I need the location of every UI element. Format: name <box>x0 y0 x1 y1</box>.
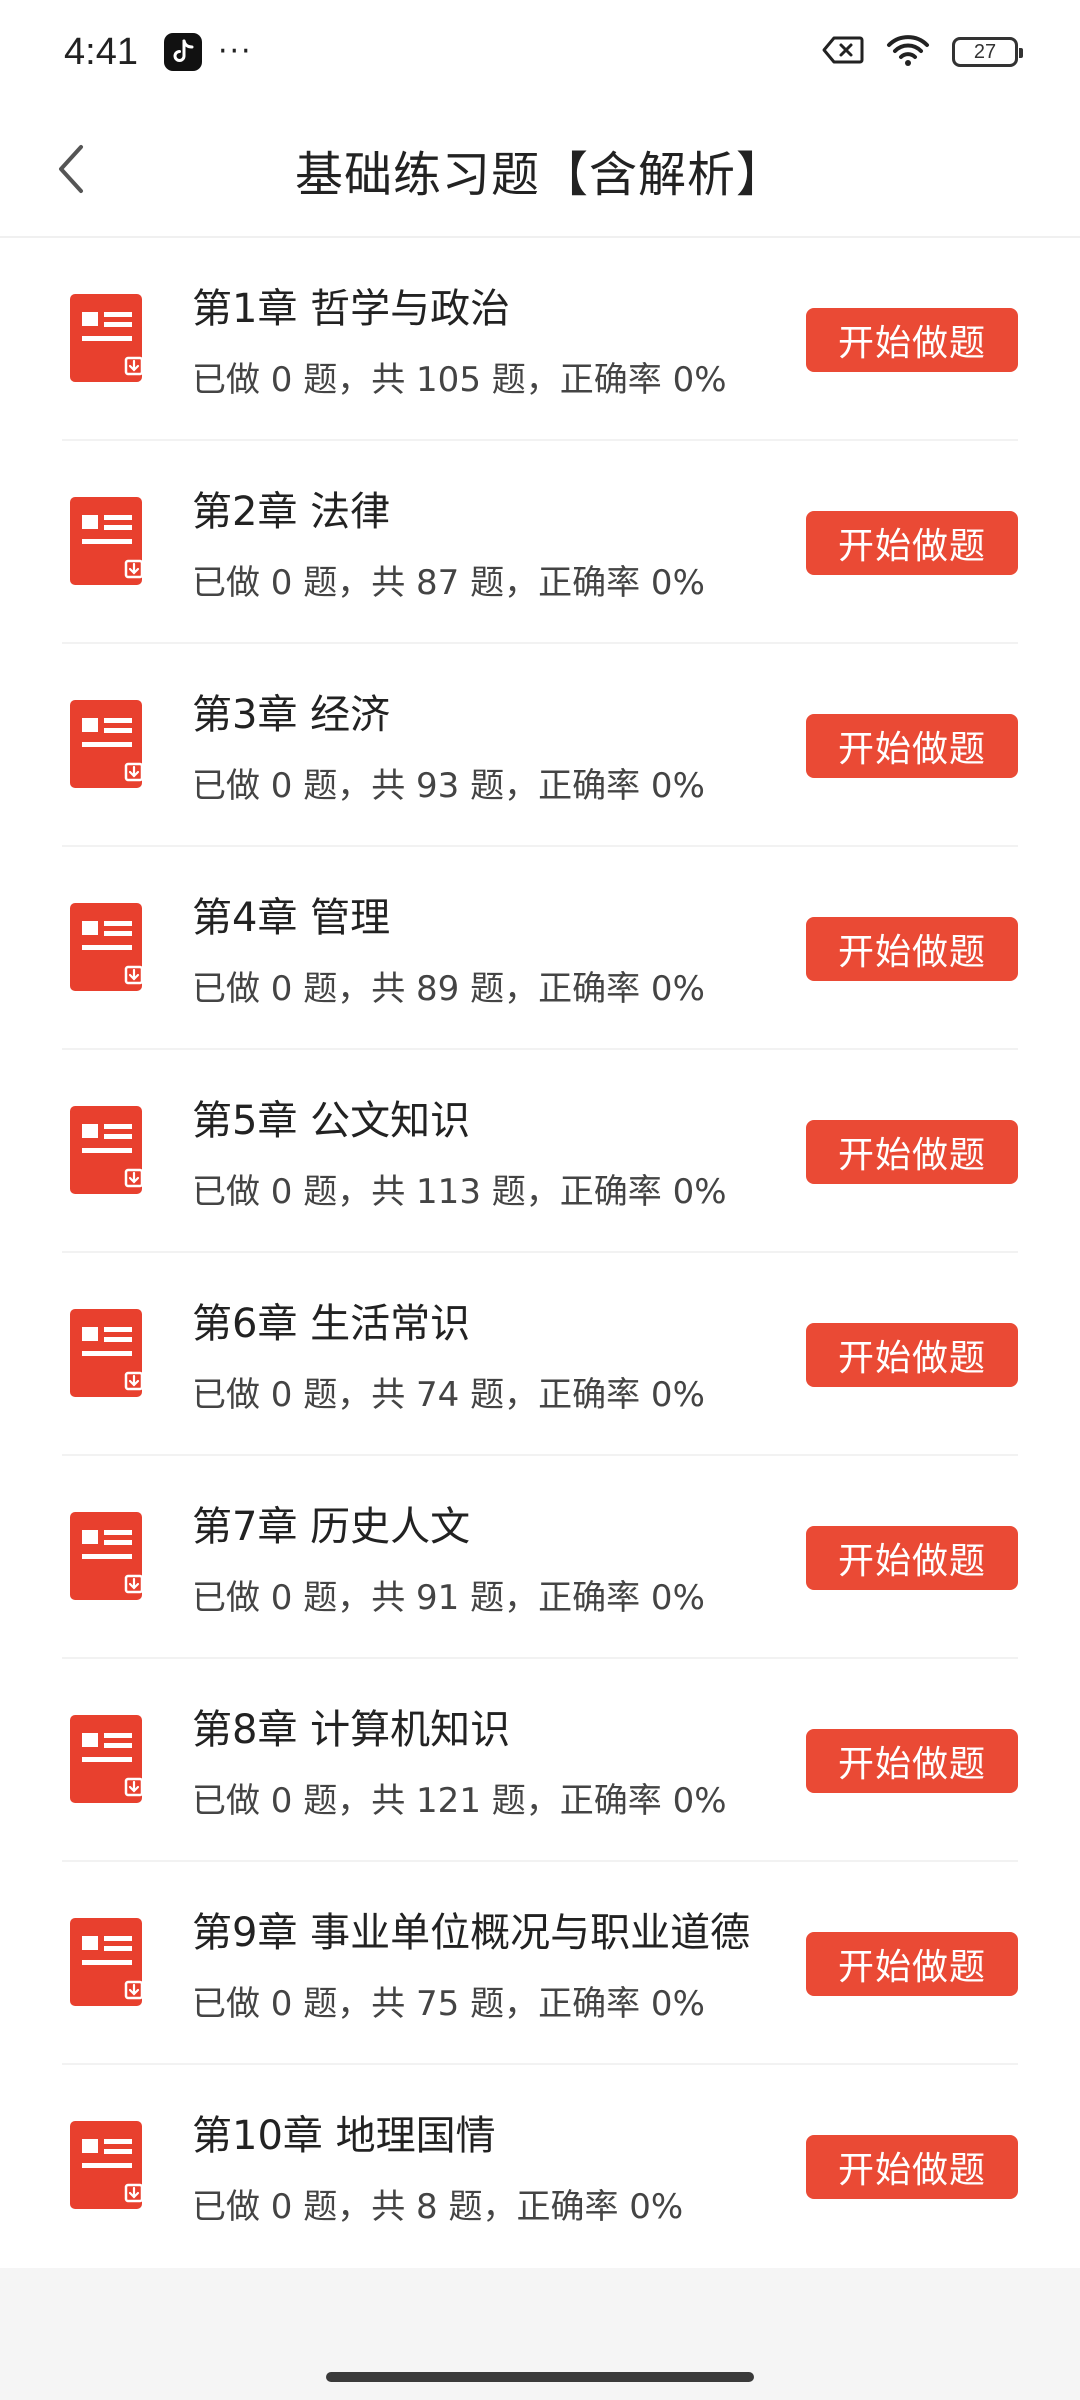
document-icon <box>68 1307 148 1403</box>
start-practice-button[interactable]: 开始做题 <box>806 917 1018 981</box>
document-icon <box>68 2119 148 2215</box>
chapter-title: 第6章 生活常识 <box>192 1301 471 1347</box>
chapter-stats: 已做 0 题，共 89 题，正确率 0% <box>192 969 705 1009</box>
status-bar: 4:41 ··· 27 <box>0 0 1080 104</box>
wifi-icon <box>886 33 930 71</box>
chapter-row-2[interactable]: 第2章 法律 已做 0 题，共 87 题，正确率 0% 开始做题 <box>62 441 1018 644</box>
start-practice-button[interactable]: 开始做题 <box>806 2135 1018 2199</box>
document-icon <box>68 901 148 997</box>
chapter-row-3[interactable]: 第3章 经济 已做 0 题，共 93 题，正确率 0% 开始做题 <box>62 644 1018 847</box>
chapter-row-7[interactable]: 第7章 历史人文 已做 0 题，共 91 题，正确率 0% 开始做题 <box>62 1456 1018 1659</box>
chapter-row-9[interactable]: 第9章 事业单位概况与职业道德 已做 0 题，共 75 题，正确率 0% 开始做… <box>62 1862 1018 2065</box>
document-icon <box>68 1104 148 1200</box>
chapter-row-1[interactable]: 第1章 哲学与政治 已做 0 题，共 105 题，正确率 0% 开始做题 <box>62 238 1018 441</box>
start-practice-button[interactable]: 开始做题 <box>806 511 1018 575</box>
more-notifications-icon: ··· <box>217 34 253 69</box>
chapter-title: 第8章 计算机知识 <box>192 1707 511 1753</box>
start-practice-button[interactable]: 开始做题 <box>806 714 1018 778</box>
battery-icon: 27 <box>952 37 1023 67</box>
chapter-title: 第9章 事业单位概况与职业道德 <box>192 1910 751 1956</box>
tiktok-icon <box>163 33 202 71</box>
chevron-left-icon <box>59 145 83 193</box>
chapter-stats: 已做 0 题，共 75 题，正确率 0% <box>192 1984 705 2024</box>
start-practice-button[interactable]: 开始做题 <box>806 1526 1018 1590</box>
back-button[interactable] <box>36 134 106 204</box>
chapter-stats: 已做 0 题，共 74 题，正确率 0% <box>192 1375 705 1415</box>
document-icon <box>68 1510 148 1606</box>
nav-bar: 基础练习题【含解析】 <box>0 104 1080 238</box>
chapter-stats: 已做 0 题，共 8 题，正确率 0% <box>192 2187 684 2227</box>
document-icon <box>68 495 148 591</box>
document-icon <box>68 1916 148 2012</box>
start-practice-button[interactable]: 开始做题 <box>806 1120 1018 1184</box>
chapter-row-4[interactable]: 第4章 管理 已做 0 题，共 89 题，正确率 0% 开始做题 <box>62 847 1018 1050</box>
chapter-title: 第5章 公文知识 <box>192 1098 471 1144</box>
chapter-title: 第10章 地理国情 <box>192 2113 496 2159</box>
page-title: 基础练习题【含解析】 <box>294 147 785 203</box>
status-icons: 27 <box>822 33 1023 71</box>
start-practice-button[interactable]: 开始做题 <box>806 308 1018 372</box>
document-icon <box>68 698 148 794</box>
chapter-row-10[interactable]: 第10章 地理国情 已做 0 题，共 8 题，正确率 0% 开始做题 <box>62 2065 1018 2268</box>
start-practice-button[interactable]: 开始做题 <box>806 1932 1018 1996</box>
chapter-title: 第4章 管理 <box>192 895 391 941</box>
chapter-stats: 已做 0 题，共 105 题，正确率 0% <box>192 360 727 400</box>
chapter-row-8[interactable]: 第8章 计算机知识 已做 0 题，共 121 题，正确率 0% 开始做题 <box>62 1659 1018 1862</box>
chapter-row-5[interactable]: 第5章 公文知识 已做 0 题，共 113 题，正确率 0% 开始做题 <box>62 1050 1018 1253</box>
chapter-title: 第7章 历史人文 <box>192 1504 471 1550</box>
chapter-row-6[interactable]: 第6章 生活常识 已做 0 题，共 74 题，正确率 0% 开始做题 <box>62 1253 1018 1456</box>
chapter-stats: 已做 0 题，共 93 题，正确率 0% <box>192 766 705 806</box>
status-time: 4:41 <box>64 30 138 73</box>
chapter-stats: 已做 0 题，共 87 题，正确率 0% <box>192 563 705 603</box>
home-indicator[interactable] <box>326 2372 754 2382</box>
chapter-stats: 已做 0 题，共 91 题，正确率 0% <box>192 1578 705 1618</box>
chapter-stats: 已做 0 题，共 121 题，正确率 0% <box>192 1781 727 1821</box>
chapter-list: 第1章 哲学与政治 已做 0 题，共 105 题，正确率 0% 开始做题 第2章… <box>0 238 1080 2268</box>
start-practice-button[interactable]: 开始做题 <box>806 1323 1018 1387</box>
chapter-stats: 已做 0 题，共 113 题，正确率 0% <box>192 1172 727 1212</box>
document-icon <box>68 292 148 388</box>
start-practice-button[interactable]: 开始做题 <box>806 1729 1018 1793</box>
chapter-title: 第2章 法律 <box>192 489 391 535</box>
sim-off-icon <box>822 35 864 69</box>
document-icon <box>68 1713 148 1809</box>
chapter-title: 第3章 经济 <box>192 692 391 738</box>
chapter-title: 第1章 哲学与政治 <box>192 286 511 332</box>
